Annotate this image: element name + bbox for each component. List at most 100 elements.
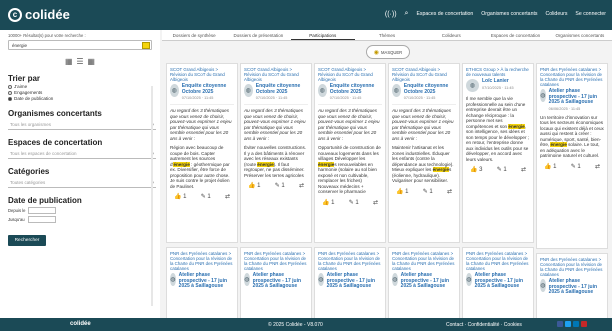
nav-colideurs[interactable]: Colideurs [546, 11, 568, 17]
card-title[interactable]: Atelier phase prospective - 17 juin 2025… [549, 278, 604, 296]
filter-sidebar: 10000+ Résultat(s) pour votre recherche … [0, 30, 160, 318]
sort-date[interactable]: Date de publication [8, 96, 152, 101]
tab-colideurs[interactable]: Colideurs [419, 30, 483, 40]
like-button[interactable]: 👍 1 [174, 193, 186, 200]
comment-button[interactable]: ✎ 1 [275, 182, 285, 189]
comment-button[interactable]: ✎ 1 [571, 163, 581, 170]
top-bar: c colidée ((·)) ⌕ Espaces de concertatio… [0, 0, 612, 30]
facebook-icon[interactable] [557, 321, 563, 327]
like-button[interactable]: 👍 1 [396, 188, 408, 195]
card-title[interactable]: Atelier phase prospective - 17 juin 2025… [253, 272, 308, 290]
share-icon[interactable]: ⇄ [299, 182, 304, 189]
share-icon[interactable]: ⇄ [373, 199, 378, 206]
categories-select[interactable]: Toutes catégories▾ [8, 178, 156, 188]
card-breadcrumb[interactable]: SCOT Grand Albigeois > Révision du SCoT … [244, 67, 308, 82]
footer: colidée © 2025 Colidée - V8.070 Contact … [0, 318, 612, 331]
card-date: 07/10/2025 · 11:45 [181, 96, 214, 100]
card-breadcrumb[interactable]: SCOT Grand Albigeois > Révision du SCoT … [318, 67, 382, 82]
search-button[interactable]: Rechercher [8, 235, 46, 246]
search-input[interactable]: énergie [8, 40, 152, 50]
result-card[interactable]: SCOT Grand Albigeois > Révision du SCoT … [166, 63, 238, 243]
grid-view-icon[interactable]: ▦ [65, 58, 73, 66]
result-card[interactable]: PNR des Pyrénées catalanes > Concertatio… [536, 63, 608, 249]
share-icon[interactable]: ⇄ [447, 188, 452, 195]
card-breadcrumb[interactable]: SCOT Grand Albigeois > Révision du SCoT … [392, 67, 456, 82]
card-breadcrumb[interactable]: PNR des Pyrénées catalanes > Concertatio… [392, 251, 456, 271]
logo[interactable]: c colidée [8, 7, 70, 22]
like-button[interactable]: 👍 1 [322, 199, 334, 206]
card-title-block: Enquête citoyenne Octobre 2025 07/10/2025… [330, 83, 382, 100]
nav-espaces[interactable]: Espaces de concertation [416, 11, 473, 17]
nav-login[interactable]: Se connecter [575, 11, 606, 17]
card-breadcrumb[interactable]: ETHICS Group > À la recherche de nouveau… [466, 67, 530, 77]
comment-button[interactable]: ✎ 1 [201, 193, 211, 200]
result-card[interactable]: PNR des Pyrénées catalanes > Concertatio… [314, 247, 386, 318]
card-breadcrumb[interactable]: PNR des Pyrénées catalanes > Concertatio… [540, 67, 604, 87]
card-title[interactable]: Enquête citoyenne Octobre 2025 [256, 83, 308, 95]
card-breadcrumb[interactable]: PNR des Pyrénées catalanes > Concertatio… [540, 257, 604, 277]
card-title[interactable]: Atelier phase prospective - 17 juin 2025… [401, 272, 456, 290]
search-icon[interactable]: ⌕ [405, 10, 409, 18]
tab-dossiers-presentation[interactable]: Dossiers de présentation [226, 30, 290, 40]
card-title[interactable]: Atelier phase prospective - 17 juin 2025… [549, 88, 604, 106]
card-breadcrumb[interactable]: PNR des Pyrénées catalanes > Concertatio… [244, 251, 308, 271]
sidebar-scrollbar[interactable] [151, 86, 153, 306]
tab-dossiers-synthese[interactable]: Dossiers de synthèse [162, 30, 226, 40]
tab-espaces[interactable]: Espaces de concertation [483, 30, 547, 40]
comment-button[interactable]: ✎ 1 [349, 199, 359, 206]
like-button[interactable]: 👍 1 [544, 163, 556, 170]
highlight-term: énergie [550, 142, 567, 147]
result-card[interactable]: ETHICS Group > À la recherche de nouveau… [462, 63, 534, 243]
result-card[interactable]: SCOT Grand Albigeois > Révision du SCoT … [388, 63, 460, 243]
card-breadcrumb[interactable]: PNR des Pyrénées catalanes > Concertatio… [466, 251, 530, 271]
card-body: Un territoire d'innovation sur tous les … [540, 114, 604, 159]
result-card[interactable]: PNR des Pyrénées catalanes > Concertatio… [388, 247, 460, 318]
organismes-select[interactable]: Tous les organismes▾ [8, 120, 156, 130]
card-title[interactable]: Loïc Lanier [482, 78, 514, 85]
result-card[interactable]: PNR des Pyrénées catalanes > Concertatio… [166, 247, 238, 318]
avatar: ◍ [392, 273, 398, 286]
card-title[interactable]: Enquête citoyenne Octobre 2025 [330, 83, 382, 95]
result-card[interactable]: PNR des Pyrénées catalanes > Concertatio… [240, 247, 312, 318]
like-button[interactable]: 👍 1 [248, 182, 260, 189]
card-title[interactable]: Enquête citoyenne Octobre 2025 [404, 83, 456, 95]
card-title[interactable]: Atelier phase prospective - 17 juin 2025… [327, 272, 382, 290]
tab-organismes[interactable]: Organismes concertants [548, 30, 612, 40]
card-breadcrumb[interactable]: PNR des Pyrénées catalanes > Concertatio… [170, 251, 234, 271]
comment-button[interactable]: ✎ 1 [423, 188, 433, 195]
highlight-toggle[interactable] [142, 41, 150, 49]
card-title[interactable]: Atelier phase prospective - 17 juin 2025… [475, 272, 530, 290]
footer-logo[interactable]: colidée [70, 321, 91, 327]
highlight-term: énergie [508, 123, 525, 129]
sort-likes[interactable]: J'aime [8, 84, 152, 89]
result-card[interactable]: SCOT Grand Albigeois > Révision du SCoT … [240, 63, 312, 243]
sort-engagements[interactable]: Engagements [8, 90, 152, 95]
nav-organismes[interactable]: Organismes concertants [481, 11, 537, 17]
view-switcher: ▦ ☰ ▦ [65, 58, 95, 66]
date-from-input[interactable] [28, 207, 57, 214]
espaces-select[interactable]: Tous les espaces de concertation▾ [8, 149, 156, 159]
card-breadcrumb[interactable]: PNR des Pyrénées catalanes > Concertatio… [318, 251, 382, 271]
tab-themes[interactable]: Thèmes [355, 30, 419, 40]
comment-button[interactable]: ✎ 1 [497, 166, 507, 173]
tab-participations[interactable]: Participations [290, 30, 355, 40]
mask-button[interactable]: ◉ MASQUER [366, 45, 410, 59]
flag-icon[interactable] [581, 321, 587, 327]
card-title[interactable]: Enquête citoyenne Octobre 2025 [182, 83, 234, 95]
date-to-input[interactable] [27, 216, 56, 223]
card-title[interactable]: Atelier phase prospective - 17 juin 2025… [179, 272, 234, 290]
result-card[interactable]: PNR des Pyrénées catalanes > Concertatio… [536, 253, 608, 318]
footer-links[interactable]: Contact · Confidentialité · Cookies [446, 322, 522, 328]
share-icon[interactable]: ⇄ [595, 163, 600, 170]
share-icon[interactable]: ⇄ [225, 193, 230, 200]
twitter-icon[interactable] [565, 321, 571, 327]
like-button[interactable]: 👍 3 [470, 166, 482, 173]
broadcast-icon[interactable]: ((·)) [385, 11, 397, 18]
result-card[interactable]: PNR des Pyrénées catalanes > Concertatio… [462, 247, 534, 318]
result-card[interactable]: SCOT Grand Albigeois > Révision du SCoT … [314, 63, 386, 243]
list-view-icon[interactable]: ☰ [76, 58, 83, 66]
map-view-icon[interactable]: ▦ [87, 58, 95, 66]
share-icon[interactable]: ⇄ [521, 166, 526, 173]
card-breadcrumb[interactable]: SCOT Grand Albigeois > Révision du SCoT … [170, 67, 234, 82]
linkedin-icon[interactable] [573, 321, 579, 327]
